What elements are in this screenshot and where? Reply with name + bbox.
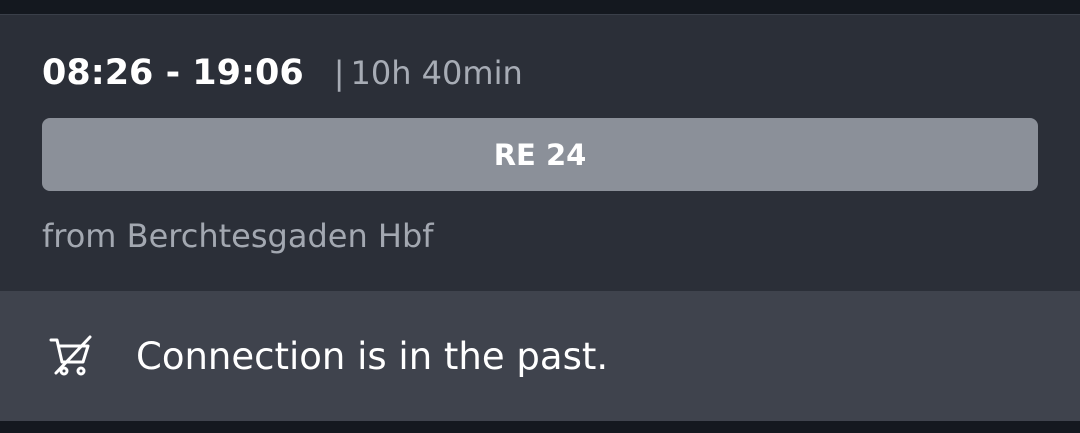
past-connection-notice: Connection is in the past. xyxy=(0,291,1080,421)
cart-unavailable-icon xyxy=(46,331,96,381)
bottom-divider xyxy=(0,421,1080,433)
duration-value: 10h 40min xyxy=(350,54,523,92)
top-divider xyxy=(0,0,1080,14)
time-row: 08:26 - 19:06 | 10h 40min xyxy=(42,53,523,93)
train-label: RE 24 xyxy=(493,137,587,172)
duration-info: | 10h 40min xyxy=(334,54,523,92)
departure-arrival-times: 08:26 - 19:06 xyxy=(42,53,304,93)
train-segment-bar[interactable]: RE 24 xyxy=(42,118,1038,191)
connection-card[interactable]: 08:26 - 19:06 | 10h 40min RE 24 from Berc… xyxy=(0,14,1080,292)
notice-text: Connection is in the past. xyxy=(136,334,609,378)
origin-station: from Berchtesgaden Hbf xyxy=(42,217,434,255)
duration-separator: | xyxy=(333,54,345,92)
